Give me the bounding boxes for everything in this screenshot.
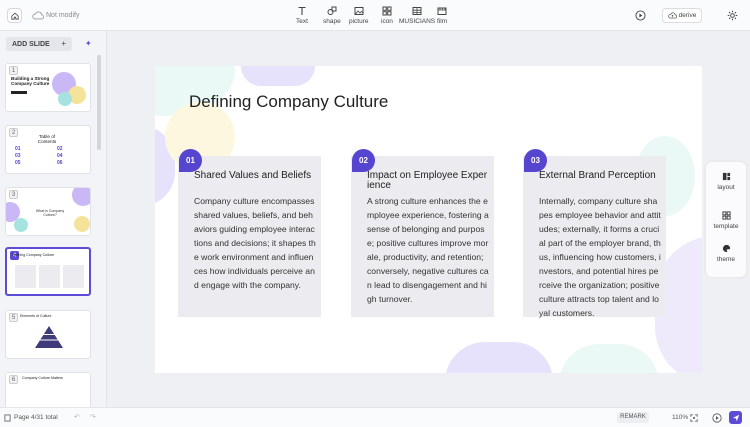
card-number-badge: 03	[524, 149, 547, 172]
slide-title[interactable]: Defining Company Culture	[189, 92, 388, 112]
thumb-decoration	[63, 265, 84, 288]
card-title: External Brand Perception	[539, 170, 656, 181]
home-icon	[10, 12, 19, 20]
decor-blob	[445, 342, 553, 373]
theme-icon	[722, 244, 730, 253]
add-slide-label: ADD SLIDE	[12, 40, 50, 48]
thumb-title: What is Company Culture?	[35, 209, 65, 217]
layout-icon	[722, 172, 730, 181]
card-title: Impact on Employee Experience	[367, 170, 488, 191]
card-number-badge: 02	[352, 149, 375, 172]
sidebar-scrollbar[interactable]	[97, 55, 101, 150]
text-icon	[298, 6, 306, 15]
template-label: template	[713, 223, 739, 230]
tool-label: icon	[381, 18, 393, 25]
film-tool[interactable]: film	[437, 6, 447, 25]
zoom-level[interactable]: 110%	[672, 414, 688, 421]
tool-label: Text	[296, 18, 308, 25]
decor-blob	[559, 344, 659, 373]
thumb-decoration	[72, 188, 90, 206]
theme-button[interactable]: theme	[706, 244, 746, 263]
table-tool[interactable]: MUSICIANS	[399, 6, 435, 25]
thumb-number: 3	[9, 190, 18, 199]
present-button[interactable]	[729, 411, 742, 424]
tool-label: picture	[349, 18, 369, 25]
thumb-decoration	[11, 91, 27, 94]
thumb-decoration	[74, 216, 90, 232]
icon-grid-icon	[382, 6, 392, 16]
card-title: Shared Values and Beliefs	[194, 170, 312, 181]
thumb-decoration	[14, 218, 28, 232]
tool-label: shape	[323, 18, 341, 25]
card-body: Company culture encompasses shared value…	[194, 196, 316, 290]
thumb-number: 2	[9, 128, 18, 137]
content-card-3[interactable]: External Brand Perception Internally, co…	[523, 156, 666, 318]
template-icon	[721, 211, 731, 220]
template-button[interactable]: template	[706, 211, 746, 230]
gear-icon[interactable]	[727, 10, 738, 21]
card-body: A strong culture enhances the employee e…	[367, 196, 489, 304]
picture-tool[interactable]: picture	[349, 6, 369, 25]
sparkle-icon[interactable]: ✦	[85, 39, 92, 48]
thumb-decoration	[15, 265, 36, 288]
slide-thumbnail-5[interactable]: 5 Elements of Culture	[5, 310, 91, 359]
slide-thumbnail-2[interactable]: 2 Table of Contents 01 03 05 02 04 06	[5, 125, 91, 174]
derive-button[interactable]: derive	[662, 8, 702, 23]
thumb-title: Defining Company Culture	[12, 253, 55, 257]
thumb-decoration	[58, 92, 72, 106]
shape-tool[interactable]: shape	[323, 6, 341, 25]
thumb-decoration: 01 03 05	[15, 146, 21, 166]
thumb-pyramid	[35, 326, 63, 348]
thumb-title: Building a Strong Company Culture	[11, 76, 50, 86]
play-icon[interactable]	[635, 10, 646, 21]
thumb-number: 6	[9, 375, 18, 384]
tool-label: MUSICIANS	[399, 18, 436, 25]
slide-thumbnail-1[interactable]: 1 Building a Strong Company Culture	[5, 63, 91, 112]
thumb-number: 1	[9, 66, 18, 75]
page-icon	[4, 414, 11, 422]
shape-icon	[327, 6, 337, 15]
redo-icon[interactable]: ↷	[90, 413, 96, 421]
slide-canvas[interactable]: Defining Company Culture Shared Values a…	[155, 66, 702, 373]
fit-screen-icon[interactable]	[690, 414, 698, 422]
thumb-decoration	[39, 265, 60, 288]
table-icon	[412, 7, 422, 15]
layout-button[interactable]: layout	[706, 172, 746, 191]
plus-icon: +	[61, 39, 66, 48]
derive-label: derive	[678, 12, 697, 19]
remark-button[interactable]: REMARK	[617, 412, 649, 423]
page-counter: Page 4/31 total	[14, 414, 58, 421]
cloud-icon	[32, 11, 44, 20]
status-bar: Page 4/31 total ↶ ↷ REMARK 110%	[0, 407, 750, 427]
content-card-1[interactable]: Shared Values and Beliefs Company cultur…	[178, 156, 321, 317]
thumb-title: Company Culture Matters	[22, 376, 63, 380]
home-button[interactable]	[7, 8, 22, 23]
picture-icon	[354, 7, 364, 15]
icon-tool[interactable]: icon	[381, 6, 393, 25]
film-icon	[437, 7, 447, 15]
undo-icon[interactable]: ↶	[74, 413, 80, 421]
thumb-title: Table of Contents	[37, 134, 57, 144]
thumb-decoration: 02 04 06	[57, 146, 63, 166]
tool-label: film	[437, 18, 448, 25]
top-toolbar: Not modify Text shape picture icon MUSIC…	[0, 0, 750, 31]
play-icon[interactable]	[712, 413, 722, 423]
theme-label: theme	[716, 256, 736, 263]
add-slide-button[interactable]: ADD SLIDE +	[6, 37, 72, 51]
slide-sidebar: ADD SLIDE + ✦ 1 Building a Strong Compan…	[0, 31, 107, 421]
decor-blob	[241, 66, 315, 86]
right-panel: layout template theme	[706, 162, 746, 277]
slide-thumbnail-3[interactable]: 3 What is Company Culture?	[5, 187, 91, 236]
thumb-number: 5	[9, 313, 18, 322]
slide-thumbnail-4[interactable]: 4 Defining Company Culture	[5, 247, 91, 296]
card-body: Internally, company culture shapes emplo…	[539, 196, 661, 318]
card-number-badge: 01	[179, 149, 202, 172]
save-status: Not modify	[46, 12, 80, 19]
text-tool[interactable]: Text	[296, 6, 308, 25]
cloud-upload-icon	[667, 12, 677, 19]
send-icon	[732, 414, 739, 421]
content-card-2[interactable]: Impact on Employee Experience A strong c…	[351, 156, 494, 317]
layout-label: layout	[717, 184, 735, 191]
thumb-title: Elements of Culture	[20, 314, 52, 318]
